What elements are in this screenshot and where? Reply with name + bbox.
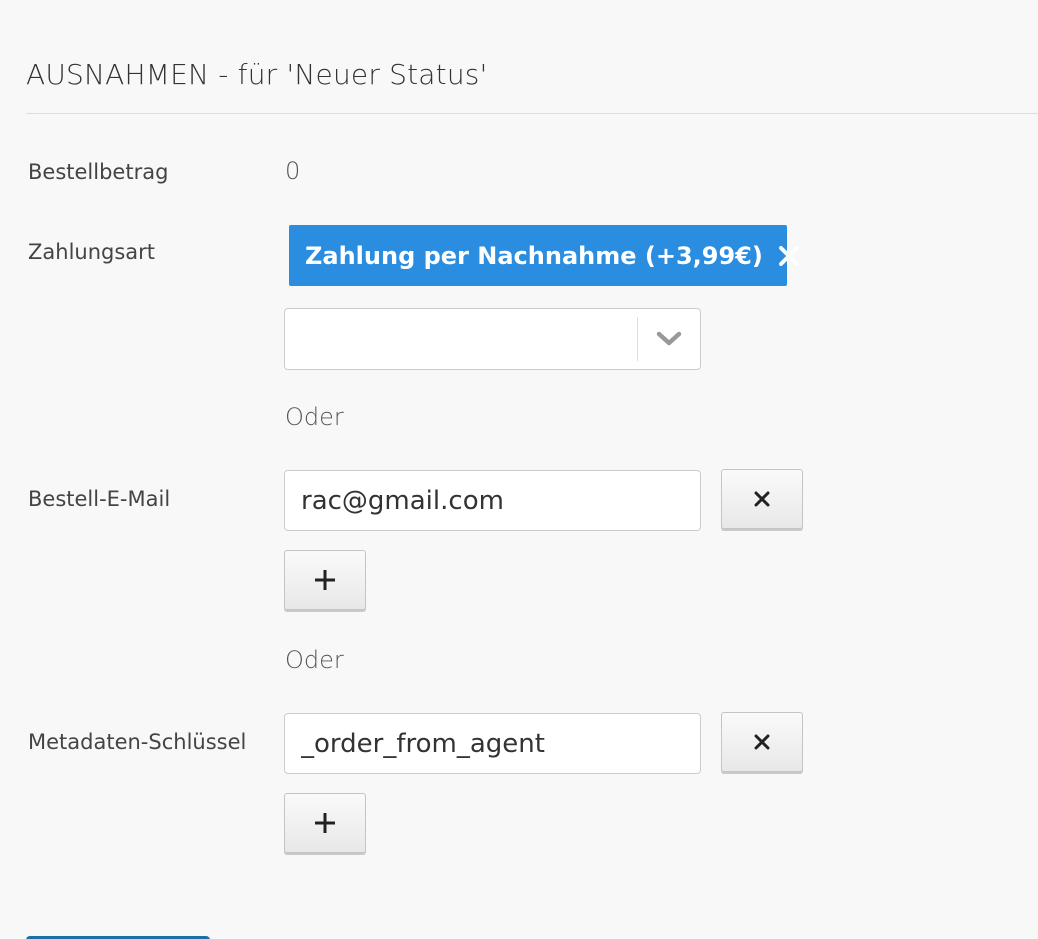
order-email-add-button[interactable] <box>284 550 366 610</box>
close-icon <box>754 491 770 507</box>
chevron-down-icon <box>656 331 682 346</box>
order-amount-value: 0 <box>285 157 301 185</box>
close-icon <box>754 734 770 750</box>
or-separator: Oder <box>285 646 344 674</box>
close-icon <box>778 245 799 266</box>
plus-icon <box>315 570 335 590</box>
payment-method-tag-label: Zahlung per Nachnahme (+3,99€) <box>305 241 763 270</box>
payment-method-tag: Zahlung per Nachnahme (+3,99€) <box>289 225 799 286</box>
title-divider <box>26 113 1038 114</box>
exceptions-panel: AUSNAHMEN - für 'Neuer Status' Bestellbe… <box>0 0 1038 939</box>
payment-method-label: Zahlungsart <box>28 240 156 264</box>
meta-key-label: Metadaten-Schlüssel <box>28 730 247 754</box>
plus-icon <box>315 813 335 833</box>
order-amount-label: Bestellbetrag <box>28 160 169 184</box>
section-title: AUSNAHMEN - für 'Neuer Status' <box>26 58 488 91</box>
order-email-input[interactable] <box>284 470 701 531</box>
select-arrow[interactable] <box>638 309 700 369</box>
order-email-label: Bestell-E-Mail <box>28 487 171 511</box>
or-separator: Oder <box>285 403 344 431</box>
meta-key-input[interactable] <box>284 713 701 774</box>
order-email-remove-button[interactable] <box>721 469 803 529</box>
tag-remove-button[interactable] <box>777 242 801 270</box>
meta-key-add-button[interactable] <box>284 793 366 853</box>
payment-method-select[interactable] <box>284 308 701 370</box>
meta-key-remove-button[interactable] <box>721 712 803 772</box>
